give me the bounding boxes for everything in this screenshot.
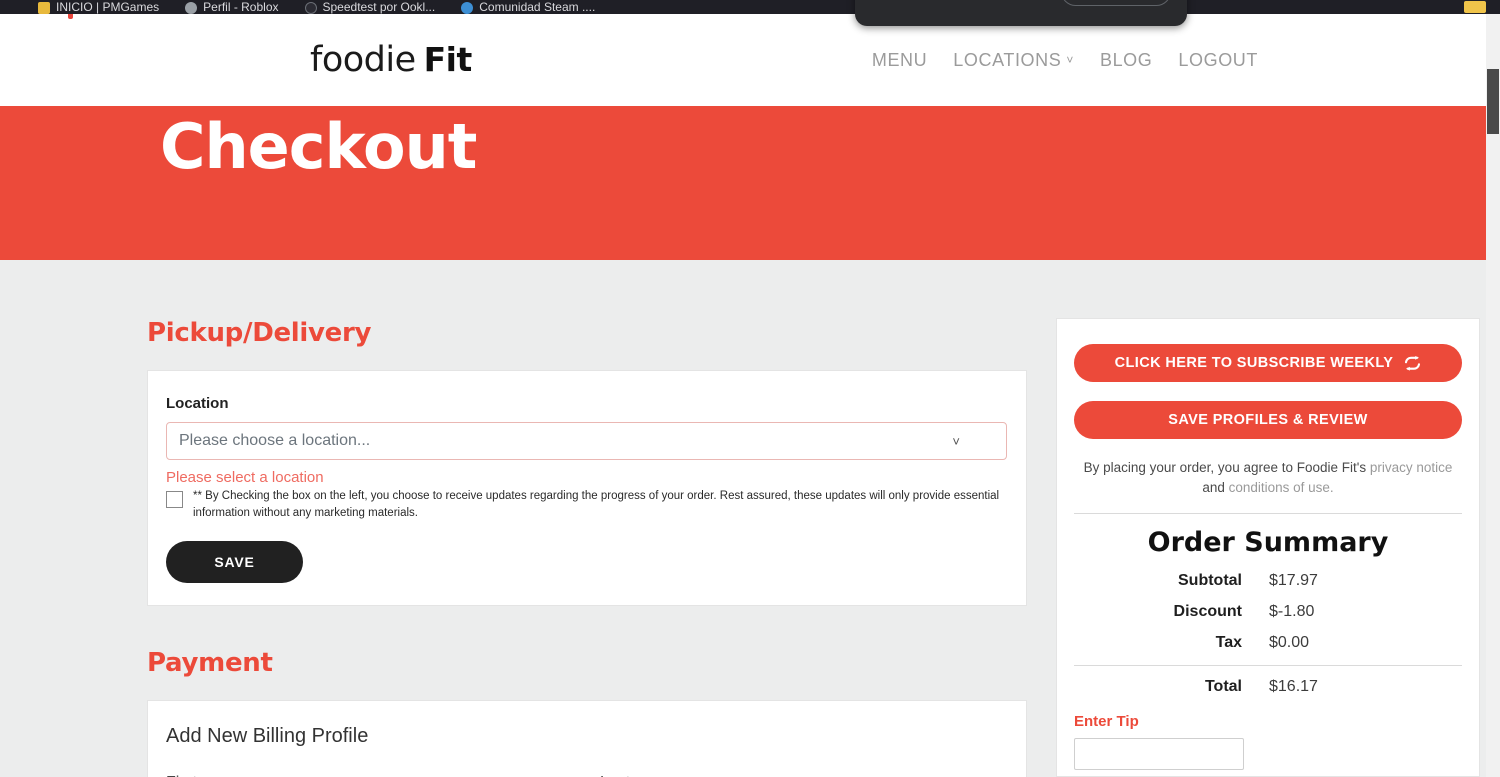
- nav-label: LOGOUT: [1178, 49, 1258, 70]
- logo-text-fit: Fit: [423, 40, 473, 79]
- summary-key: Subtotal: [1178, 571, 1242, 589]
- table-row: Tax $0.00: [1074, 634, 1462, 666]
- zoom-reset-button[interactable]: Restablecer: [1061, 0, 1171, 6]
- bookmark-folder-icon[interactable]: [1464, 1, 1486, 13]
- location-error-message: Please select a location: [166, 469, 324, 486]
- main-content: Pickup/Delivery Location Please choose a…: [0, 246, 1486, 777]
- agreement-prefix: By placing your order, you agree to Food…: [1083, 460, 1370, 475]
- location-select-value: Please choose a location...: [179, 432, 371, 449]
- nav-item-blog[interactable]: BLOG: [1100, 50, 1152, 71]
- location-card: Location Please choose a location... ˅ P…: [147, 370, 1027, 607]
- site-logo[interactable]: foodie Fit: [68, 14, 473, 80]
- table-row: Discount $-1.80: [1074, 603, 1462, 634]
- order-summary-title: Order Summary: [1147, 526, 1389, 558]
- page-scrollbar[interactable]: [1486, 14, 1500, 777]
- nav-label: LOCATIONS: [953, 49, 1062, 70]
- tip-input[interactable]: [1074, 737, 1244, 770]
- nav-item-menu[interactable]: MENU: [872, 50, 927, 71]
- billing-profile-card: Add New Billing Profile First name Last …: [147, 700, 1027, 777]
- bookmark-label: Comunidad Steam ....: [479, 0, 596, 14]
- save-profiles-review-button[interactable]: SAVE PROFILES & REVIEW: [1074, 401, 1462, 439]
- zoom-out-button[interactable]: −: [965, 0, 999, 8]
- consent-text: ** By Checking the box on the left, you …: [193, 490, 1000, 519]
- total-key: Total: [1204, 677, 1242, 695]
- location-select[interactable]: Please choose a location... ˅: [166, 422, 1007, 460]
- nav-item-locations[interactable]: LOCATIONS ˅: [953, 50, 1074, 71]
- location-label: Location: [166, 395, 229, 412]
- privacy-notice-link[interactable]: privacy notice: [1370, 460, 1453, 475]
- zoom-in-button[interactable]: +: [1013, 0, 1047, 8]
- enter-tip-label: Enter Tip: [1074, 712, 1139, 730]
- bookmark-label: Perfil - Roblox: [203, 0, 279, 14]
- summary-key: Discount: [1173, 602, 1242, 620]
- bookmark-list: INICIO | PMGames Perfil - Roblox Speedte…: [0, 0, 1500, 14]
- summary-value: $-1.80: [1269, 602, 1315, 620]
- main-navigation: MENU LOCATIONS ˅ BLOG LOGOUT: [872, 50, 1258, 71]
- nav-item-logout[interactable]: LOGOUT: [1178, 50, 1258, 71]
- bookmark-item[interactable]: INICIO | PMGames: [38, 1, 159, 14]
- table-row-total: Total $16.17: [1074, 666, 1462, 709]
- billing-profile-heading: Add New Billing Profile: [166, 725, 369, 748]
- roblox-favicon-icon: [185, 2, 198, 14]
- bookmark-label: INICIO | PMGames: [56, 0, 160, 14]
- repeat-icon: [1404, 355, 1421, 371]
- table-row: Subtotal $17.97: [1074, 572, 1462, 603]
- site-header: foodie Fit MENU LOCATIONS ˅ BLOG LOGOUT: [0, 14, 1486, 106]
- consent-row: ** By Checking the box on the left, you …: [166, 488, 1008, 521]
- total-value: $16.17: [1269, 677, 1318, 695]
- order-summary-table: Subtotal $17.97 Discount $-1.80 Tax $0.0…: [1074, 572, 1462, 709]
- save-location-button[interactable]: SAVE: [166, 541, 303, 584]
- speedtest-favicon-icon: [304, 2, 317, 14]
- payment-title: Payment: [147, 648, 273, 679]
- summary-value: $0.00: [1269, 633, 1310, 651]
- chevron-down-icon: ˅: [1066, 53, 1074, 67]
- checkout-left-column: Pickup/Delivery Location Please choose a…: [147, 246, 1027, 777]
- logo-text-foodie: foodie: [310, 40, 416, 80]
- order-summary-panel: CLICK HERE TO SUBSCRIBE WEEKLY SAVE PROF…: [1056, 318, 1480, 777]
- pickup-delivery-title: Pickup/Delivery: [147, 318, 372, 348]
- steam-favicon-icon: [461, 2, 474, 14]
- sms-updates-checkbox[interactable]: [166, 491, 183, 508]
- subscribe-weekly-label: CLICK HERE TO SUBSCRIBE WEEKLY: [1114, 355, 1394, 371]
- bookmark-item[interactable]: Perfil - Roblox: [185, 0, 279, 14]
- nav-label: MENU: [871, 49, 928, 70]
- summary-key: Tax: [1215, 633, 1242, 651]
- bookmark-item[interactable]: Speedtest por Ookl...: [304, 0, 436, 14]
- chevron-down-icon: ˅: [952, 433, 960, 449]
- pmgames-favicon-icon: [38, 2, 50, 14]
- scrollbar-thumb[interactable]: [1487, 69, 1499, 134]
- browser-zoom-popup: 80 % − + Restablecer: [855, 0, 1187, 26]
- conditions-of-use-link[interactable]: conditions of use.: [1229, 480, 1334, 495]
- subscribe-weekly-button[interactable]: CLICK HERE TO SUBSCRIBE WEEKLY: [1074, 344, 1462, 382]
- bookmark-item[interactable]: Comunidad Steam ....: [461, 1, 595, 14]
- nav-label: BLOG: [1099, 49, 1153, 70]
- web-page: Checkout foodie Fit MENU LOCATIONS ˅ BLO…: [0, 14, 1486, 777]
- agreement-mid: and: [1202, 480, 1229, 496]
- page-title: Checkout: [160, 110, 477, 183]
- terms-agreement-text: By placing your order, you agree to Food…: [1074, 458, 1462, 514]
- bookmark-label: Speedtest por Ookl...: [322, 0, 436, 14]
- browser-bookmarks-bar: INICIO | PMGames Perfil - Roblox Speedte…: [0, 0, 1500, 14]
- summary-value: $17.97: [1269, 571, 1318, 589]
- spoon-icon: [68, 14, 73, 19]
